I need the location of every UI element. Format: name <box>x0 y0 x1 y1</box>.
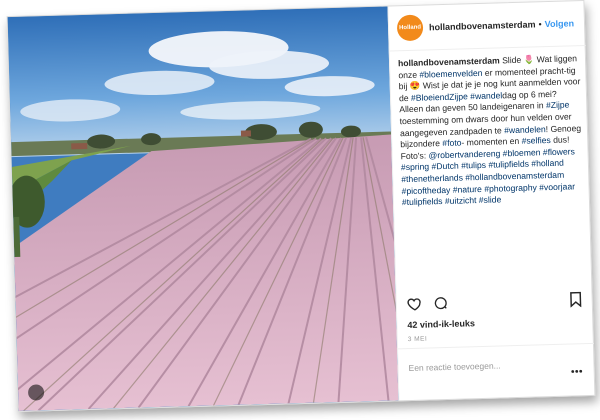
hashtag-link[interactable]: #foto <box>442 138 461 149</box>
comment-input[interactable] <box>408 356 559 376</box>
hashtag-link[interactable]: #tulipfields <box>488 159 529 170</box>
post-side-panel: Holland hollandbovenamsterdam • Volgen h… <box>387 1 596 401</box>
more-options-icon[interactable] <box>570 360 583 378</box>
hashtag-link[interactable]: #thenetherlands <box>401 172 463 184</box>
post-caption: hollandbovenamsterdam Slide 🌷 Wat liggen… <box>398 53 584 209</box>
hashtag-link[interactable]: #selfies <box>521 135 550 146</box>
tulip-field-image <box>7 6 399 411</box>
hashtag-link[interactable]: #bloemenvelden <box>419 67 482 79</box>
caption-username[interactable]: hollandbovenamsterdam <box>398 55 500 68</box>
hashtag-link[interactable]: #holland <box>531 158 564 169</box>
avatar[interactable]: Holland <box>396 14 424 42</box>
hashtag-link[interactable]: @robertvandereng <box>428 148 500 160</box>
avatar-text: Holland <box>398 24 422 32</box>
hashtag-link[interactable]: #hollandbovenamsterdam <box>465 170 564 183</box>
caption-text: Slide 🌷 Wat liggen onze #bloemenvelden e… <box>398 53 581 207</box>
hashtag-link[interactable]: #tulipfields <box>402 196 443 207</box>
hashtag-link[interactable]: #Dutch <box>431 161 459 172</box>
hashtag-link[interactable]: #slide <box>479 195 502 206</box>
hashtag-link[interactable]: #photography <box>484 182 537 193</box>
header-username[interactable]: hollandbovenamsterdam <box>429 19 536 32</box>
caption-fragment: - momenten en <box>461 135 522 148</box>
hashtag-link[interactable]: #BloeiendZijpe <box>411 91 468 103</box>
caption-fragment: 😍 <box>409 80 421 92</box>
hashtag-link[interactable]: #voorjaar <box>539 181 575 192</box>
instagram-post-card: Holland hollandbovenamsterdam • Volgen h… <box>6 0 596 412</box>
caption-fragment: Slide <box>501 54 524 66</box>
action-bar <box>405 291 585 314</box>
header-separator: • <box>538 19 542 30</box>
comment-icon[interactable] <box>433 295 450 316</box>
follow-button[interactable]: Volgen <box>545 18 575 29</box>
post-photo[interactable] <box>7 6 399 411</box>
hashtag-link[interactable]: #wandel <box>470 90 502 101</box>
hashtag-link[interactable]: #tulips <box>461 160 486 171</box>
hashtag-link[interactable]: #Zijpe <box>546 100 570 111</box>
hashtag-link[interactable]: #nature <box>453 183 482 194</box>
hashtag-link[interactable]: #picoftheday <box>401 184 450 195</box>
hashtag-link[interactable]: #wandelen <box>504 124 546 135</box>
hashtag-link[interactable]: #bloemen <box>503 147 541 158</box>
post-date: 3 MEI <box>407 335 428 344</box>
post-header: Holland hollandbovenamsterdam • Volgen <box>388 1 586 52</box>
hashtag-link[interactable]: #spring <box>401 162 429 173</box>
heart-icon[interactable] <box>407 296 424 317</box>
bookmark-icon[interactable] <box>568 291 583 312</box>
caption-fragment: 🌷 <box>523 54 535 65</box>
hashtag-link[interactable]: #uitzicht <box>445 195 477 206</box>
comment-row <box>398 342 596 390</box>
hashtag-link[interactable]: #flowers <box>543 146 575 157</box>
likes-count[interactable]: 42 vind-ik-leuks <box>407 318 475 330</box>
